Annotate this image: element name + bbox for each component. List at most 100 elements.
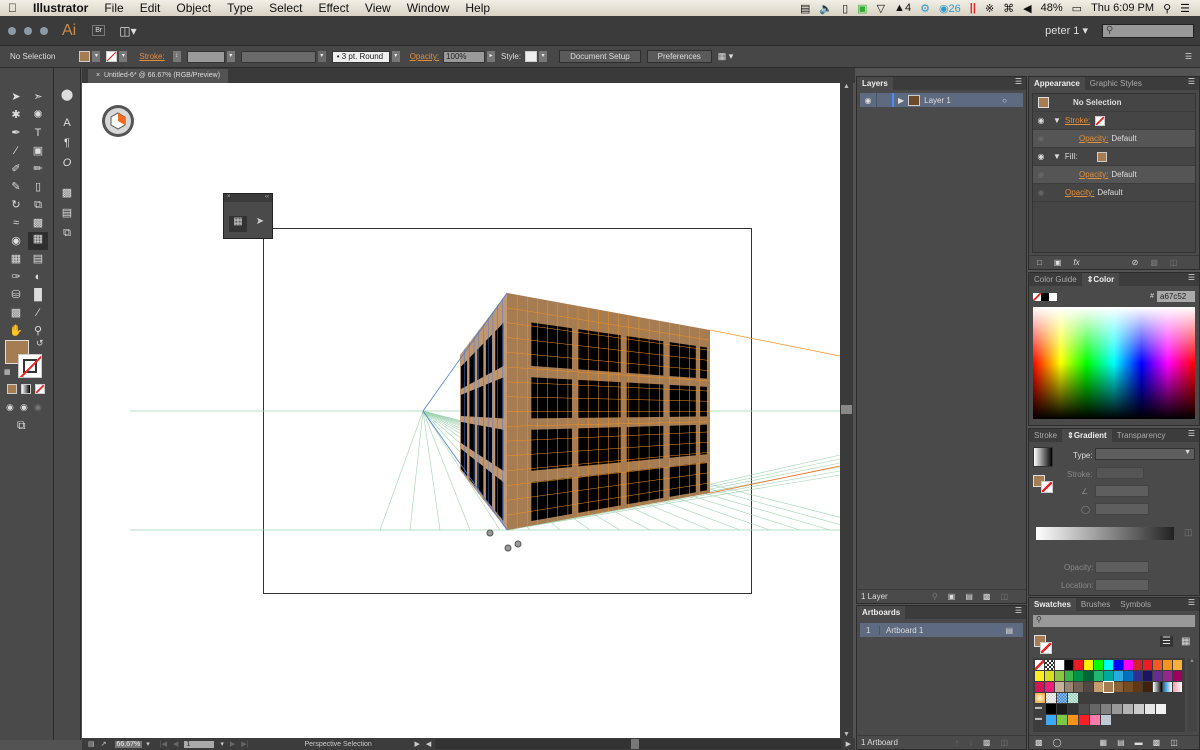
document-setup-button[interactable]: Document Setup bbox=[559, 50, 641, 63]
swatch[interactable] bbox=[1074, 660, 1084, 670]
swatch[interactable] bbox=[1101, 704, 1111, 714]
variable-width-profile[interactable] bbox=[240, 50, 316, 63]
app-menu[interactable]: Illustrator bbox=[25, 0, 96, 16]
color-mode-button[interactable] bbox=[7, 384, 17, 394]
pause-icon[interactable]: || bbox=[970, 2, 976, 14]
tab-layers[interactable]: Layers bbox=[857, 77, 893, 90]
brush-dropdown[interactable]: ▾ bbox=[391, 51, 400, 62]
apple-icon[interactable]:  bbox=[0, 0, 25, 16]
perspective-grid-tool-button[interactable]: ▦ bbox=[229, 216, 247, 232]
swatch[interactable] bbox=[1113, 671, 1123, 681]
swatch[interactable] bbox=[1035, 660, 1044, 670]
swatch[interactable] bbox=[1163, 682, 1173, 692]
stroke-none-swatch[interactable] bbox=[1095, 115, 1106, 126]
column-graph-tool-icon[interactable]: █ bbox=[30, 288, 46, 302]
swatch[interactable] bbox=[1035, 693, 1045, 703]
pencil-tool-icon[interactable]: ✏ bbox=[30, 162, 46, 176]
close-window-button[interactable] bbox=[8, 26, 16, 35]
share-icon[interactable]: ↗ bbox=[101, 740, 107, 748]
swatch[interactable] bbox=[1084, 671, 1094, 681]
grid-handle[interactable] bbox=[504, 544, 512, 552]
stroke-weight-stepper[interactable]: ↕ bbox=[172, 51, 181, 62]
visibility-eye-icon[interactable]: ◉ bbox=[1033, 134, 1049, 143]
fill-dropdown[interactable]: ▾ bbox=[92, 51, 101, 62]
draw-inside-icon[interactable]: ◉ bbox=[34, 402, 42, 413]
visibility-eye-icon[interactable]: ◉ bbox=[1033, 152, 1049, 161]
fill-swatch[interactable] bbox=[1097, 151, 1108, 162]
menu-window[interactable]: Window bbox=[399, 0, 458, 16]
menu-select[interactable]: Select bbox=[261, 0, 310, 16]
bluetooth-icon[interactable]: ※ bbox=[985, 2, 994, 15]
fx-icon[interactable]: fx bbox=[1073, 258, 1079, 267]
swatch[interactable] bbox=[1074, 682, 1084, 692]
panel-menu-icon[interactable]: ☰ bbox=[1188, 598, 1199, 611]
add-stroke-icon[interactable]: □ bbox=[1037, 258, 1042, 267]
stroke-none-swatch[interactable] bbox=[1041, 481, 1053, 493]
artboard-name[interactable]: Artboard 1 bbox=[880, 626, 923, 635]
color-group-icon[interactable]: ▤ bbox=[1117, 738, 1125, 747]
swatch[interactable] bbox=[1054, 660, 1064, 670]
stroke-attribute-label[interactable]: Stroke: bbox=[1065, 116, 1090, 125]
fill-swatch[interactable] bbox=[79, 51, 91, 62]
move-down-icon[interactable]: ↓ bbox=[969, 738, 973, 747]
zoom-tool-icon[interactable]: ⚲ bbox=[30, 324, 46, 338]
perspective-grid-tool-icon[interactable]: ▦ bbox=[28, 232, 48, 250]
lasso-tool-icon[interactable]: ✺ bbox=[30, 108, 46, 122]
panel-menu-icon[interactable]: ☰ bbox=[1188, 77, 1199, 90]
zoom-level-input[interactable]: 66.67% bbox=[114, 740, 143, 748]
collapse-triangle-icon[interactable]: ▼ bbox=[1053, 152, 1061, 161]
delete-swatch-icon[interactable]: ◫ bbox=[1170, 738, 1178, 747]
last-artboard-icon[interactable]: ▶| bbox=[241, 740, 248, 748]
preferences-button[interactable]: Preferences bbox=[646, 50, 712, 63]
swatch[interactable] bbox=[1103, 681, 1114, 693]
draw-behind-icon[interactable]: ◉ bbox=[20, 402, 28, 413]
help-search-input[interactable]: ⚲ bbox=[1102, 23, 1194, 38]
clear-appearance-icon[interactable]: ⊘ bbox=[1132, 258, 1139, 267]
visibility-eye-icon[interactable]: ◉ bbox=[1033, 188, 1049, 197]
swatch[interactable] bbox=[1044, 671, 1054, 681]
swatch[interactable] bbox=[1133, 671, 1143, 681]
target-icon[interactable]: ○ bbox=[1002, 96, 1007, 105]
minimize-window-button[interactable] bbox=[24, 26, 32, 35]
none-color-swatch[interactable] bbox=[1033, 292, 1041, 301]
lock-toggle[interactable] bbox=[876, 93, 892, 107]
menu-file[interactable]: File bbox=[96, 0, 131, 16]
wifi-icon[interactable]: ⌘ bbox=[1003, 2, 1014, 15]
gpu-icon[interactable]: ▤ bbox=[88, 740, 95, 748]
swatch[interactable] bbox=[1143, 671, 1153, 681]
swatch[interactable] bbox=[1035, 671, 1044, 681]
swatch[interactable] bbox=[1156, 704, 1166, 714]
document-tab[interactable]: × Untitled-6* @ 66.67% (RGB/Preview) bbox=[88, 69, 229, 83]
paintbrush-tool-icon[interactable]: ✐ bbox=[8, 162, 24, 176]
adobe-icon[interactable]: ▲4 bbox=[894, 2, 911, 14]
swatch[interactable] bbox=[1094, 660, 1104, 670]
delete-artboard-icon[interactable]: ◫ bbox=[1000, 738, 1008, 747]
opacity-label[interactable]: Opacity: bbox=[410, 52, 439, 61]
swatch-library-icon[interactable]: ▩ bbox=[1035, 738, 1043, 747]
pen-tool-icon[interactable]: ✒ bbox=[8, 126, 24, 140]
swatch[interactable] bbox=[1057, 715, 1067, 725]
dropdown-icon[interactable]: ▽ bbox=[877, 2, 885, 15]
stroke-label[interactable]: Stroke: bbox=[139, 52, 164, 61]
stroke-attribute-row[interactable]: ◉ ▼ Stroke: bbox=[1033, 112, 1195, 130]
swatch[interactable] bbox=[1134, 704, 1144, 714]
layer-name[interactable]: Layer 1 bbox=[924, 96, 951, 105]
add-fill-icon[interactable]: ▣ bbox=[1054, 258, 1062, 267]
zoom-window-button[interactable] bbox=[40, 26, 48, 35]
tab-symbols[interactable]: Symbols bbox=[1115, 598, 1156, 611]
swap-fill-stroke-icon[interactable]: ↺ bbox=[36, 338, 44, 349]
swatch[interactable] bbox=[1163, 671, 1173, 681]
tab-color-guide[interactable]: Color Guide bbox=[1029, 273, 1082, 286]
appearance-panel-icon[interactable]: ⬤ bbox=[59, 88, 75, 102]
tab-graphic-styles[interactable]: Graphic Styles bbox=[1085, 77, 1147, 90]
spotlight-icon[interactable]: ⚲ bbox=[1163, 2, 1171, 15]
tab-appearance[interactable]: Appearance bbox=[1029, 77, 1085, 90]
gradient-mode-button[interactable] bbox=[21, 384, 31, 394]
swatch[interactable] bbox=[1123, 682, 1133, 692]
direct-selection-tool-icon[interactable]: ➣ bbox=[30, 90, 46, 104]
scroll-thumb[interactable] bbox=[841, 405, 852, 414]
swatch[interactable] bbox=[1046, 704, 1056, 714]
pathfinder-panel-icon[interactable]: ⧉ bbox=[59, 226, 75, 240]
tab-stroke[interactable]: Stroke bbox=[1029, 429, 1062, 442]
clock[interactable]: Thu 6:09 PM bbox=[1091, 2, 1154, 14]
